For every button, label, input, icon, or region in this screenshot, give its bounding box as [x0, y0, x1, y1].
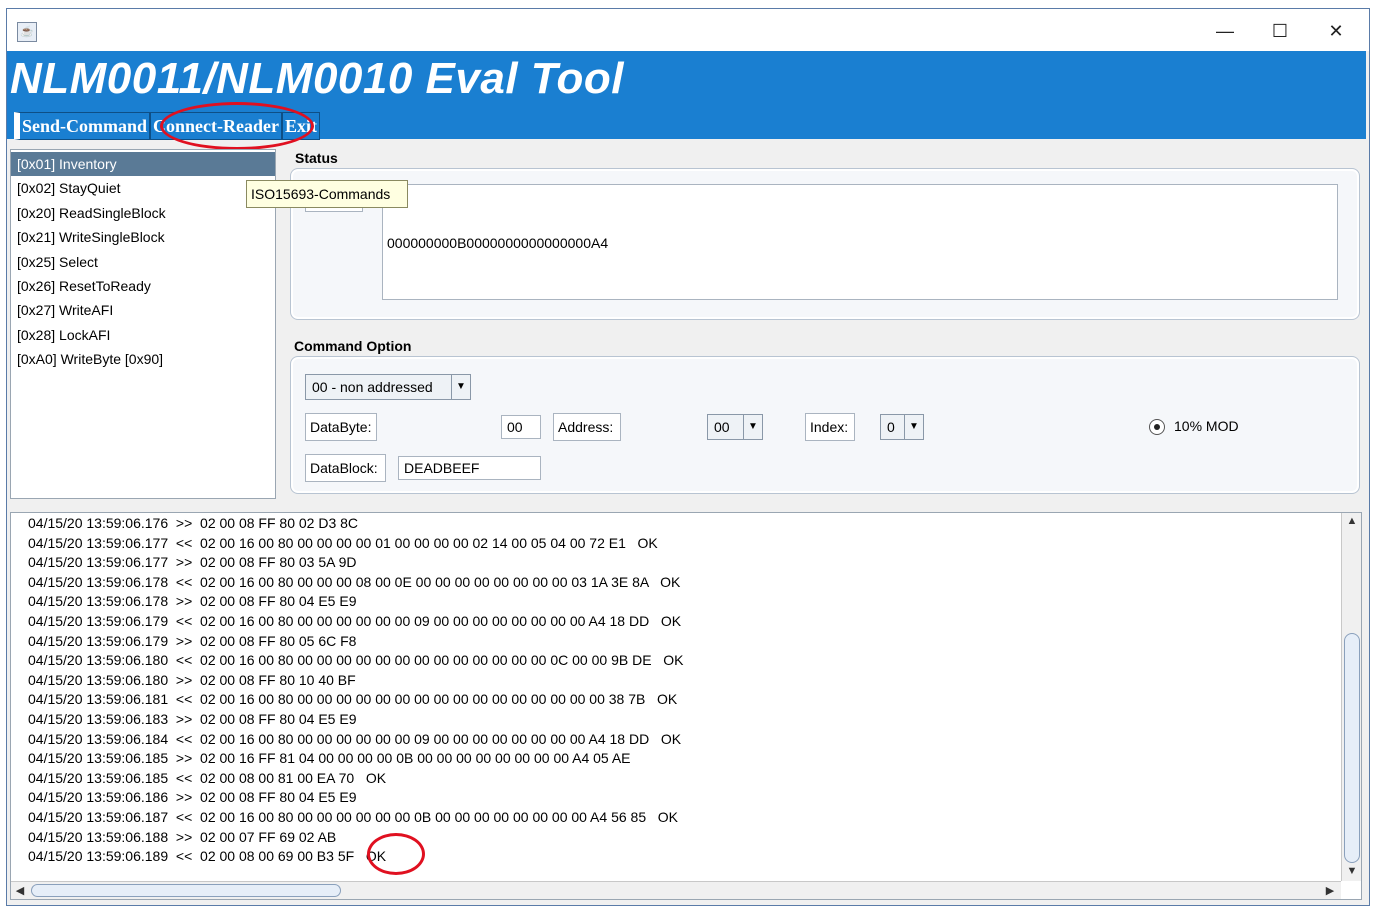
- command-item[interactable]: [0x01] Inventory: [11, 152, 275, 176]
- index-value: 0: [887, 419, 895, 435]
- status-value: 000000000B0000000000000000A4: [387, 235, 609, 251]
- chevron-down-icon[interactable]: ▼: [904, 415, 923, 439]
- log-line: 04/15/20 13:59:06.178 >> 02 00 08 FF 80 …: [28, 593, 357, 610]
- log-line: 04/15/20 13:59:06.179 << 02 00 16 00 80 …: [28, 613, 682, 629]
- scroll-down-arrow-icon[interactable]: ▼: [1344, 865, 1360, 877]
- log-line: 04/15/20 13:59:06.189 << 02 00 08 00 69 …: [28, 848, 387, 865]
- mod-radio-button[interactable]: [1149, 419, 1165, 435]
- log-line: 04/15/20 13:59:06.179 >> 02 00 08 FF 80 …: [28, 632, 357, 649]
- log-line: 04/15/20 13:59:06.181 << 02 00 16 00 80 …: [28, 691, 678, 708]
- log-line: 04/15/20 13:59:06.183 >> 02 00 08 FF 80 …: [28, 711, 357, 727]
- command-list[interactable]: [0x01] Inventory [0x02] StayQuiet [0x20]…: [10, 149, 276, 499]
- command-item[interactable]: [0x02] StayQuiet: [11, 176, 275, 200]
- java-app-icon: ☕: [17, 22, 37, 42]
- close-button[interactable]: ✕: [1313, 14, 1359, 48]
- highlight-circle: [367, 833, 425, 875]
- scroll-right-arrow-icon[interactable]: ▶: [1323, 884, 1337, 897]
- address-value: 00: [714, 419, 730, 435]
- status-title: Status: [295, 150, 338, 166]
- horizontal-scrollbar[interactable]: ◀ ▶: [11, 881, 1341, 899]
- log-line: 04/15/20 13:59:06.176 >> 02 00 08 FF 80 …: [28, 515, 359, 531]
- address-mode-select[interactable]: 00 - non addressed ▼: [305, 374, 471, 400]
- log-line: 04/15/20 13:59:06.177 >> 02 00 08 FF 80 …: [28, 554, 357, 571]
- command-item[interactable]: [0x27] WriteAFI: [11, 298, 275, 322]
- datablock-input[interactable]: DEADBEEF: [398, 456, 541, 480]
- command-option-title: Command Option: [294, 338, 412, 354]
- databyte-input[interactable]: 00: [501, 415, 541, 439]
- datablock-label: DataBlock:: [305, 454, 386, 482]
- log-line: 04/15/20 13:59:06.187 << 02 00 16 00 80 …: [28, 809, 679, 825]
- vertical-scrollbar[interactable]: ▲ ▼: [1341, 513, 1361, 881]
- menu-send-command[interactable]: Send-Command: [14, 112, 151, 140]
- log-line: 04/15/20 13:59:06.186 >> 02 00 08 FF 80 …: [28, 789, 357, 806]
- command-item[interactable]: [0x21] WriteSingleBlock: [11, 225, 275, 249]
- vertical-scroll-thumb[interactable]: [1344, 633, 1360, 863]
- address-select[interactable]: 00 ▼: [707, 414, 763, 440]
- mod-label: 10% MOD: [1174, 418, 1239, 434]
- command-item[interactable]: [0x20] ReadSingleBlock: [11, 201, 275, 225]
- title-bar: [7, 9, 1369, 51]
- log-line: 04/15/20 13:59:06.188 >> 02 00 07 FF 69 …: [28, 828, 337, 845]
- index-label: Index:: [805, 413, 855, 441]
- log-line: 04/15/20 13:59:06.180 << 02 00 16 00 80 …: [28, 652, 684, 669]
- minimize-button[interactable]: —: [1202, 14, 1248, 48]
- address-mode-value: 00 - non addressed: [312, 379, 433, 395]
- address-label: Address:: [553, 413, 621, 441]
- command-item[interactable]: [0xA0] WriteByte [0x90]: [11, 347, 275, 371]
- maximize-button[interactable]: ☐: [1257, 14, 1303, 48]
- log-line: 04/15/20 13:59:06.177 << 02 00 16 00 80 …: [28, 534, 658, 551]
- command-item[interactable]: [0x25] Select: [11, 250, 275, 274]
- log-line: 04/15/20 13:59:06.185 << 02 00 08 00 81 …: [28, 769, 387, 786]
- command-item[interactable]: [0x28] LockAFI: [11, 323, 275, 347]
- scroll-left-arrow-icon[interactable]: ◀: [13, 884, 27, 897]
- command-item[interactable]: [0x26] ResetToReady: [11, 274, 275, 298]
- horizontal-scroll-thumb[interactable]: [31, 884, 341, 897]
- highlight-circle: [160, 102, 314, 150]
- chevron-down-icon[interactable]: ▼: [451, 375, 470, 399]
- app-title: NLM0011/NLM0010 Eval Tool: [10, 54, 625, 103]
- log-line: 04/15/20 13:59:06.180 >> 02 00 08 FF 80 …: [28, 671, 356, 688]
- chevron-down-icon[interactable]: ▼: [743, 415, 762, 439]
- log-line: 04/15/20 13:59:06.178 << 02 00 16 00 80 …: [28, 573, 681, 590]
- scroll-up-arrow-icon[interactable]: ▲: [1344, 515, 1360, 527]
- index-select[interactable]: 0 ▼: [880, 414, 924, 440]
- commands-tooltip: ISO15693-Commands: [246, 180, 408, 208]
- log-line: 04/15/20 13:59:06.185 >> 02 00 16 FF 81 …: [28, 750, 631, 767]
- databyte-label: DataByte:: [305, 413, 377, 441]
- log-line: 04/15/20 13:59:06.184 << 02 00 16 00 80 …: [28, 730, 682, 747]
